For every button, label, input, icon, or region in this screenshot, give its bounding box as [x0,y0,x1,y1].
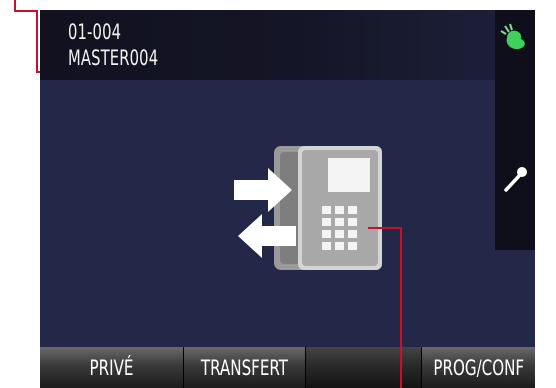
softkey-bar: PRIVÉ TRANSFERT PROG/CONF [40,347,535,388]
callout-bracket-vertical [36,10,38,73]
caller-name: MASTER004 [68,46,159,70]
prog-conf-softkey[interactable]: PROG/CONF [422,347,535,388]
empty-softkey[interactable] [306,347,422,388]
caller-number: 01-004 [68,20,122,44]
status-bar [495,10,535,250]
callout-line-keypad-vertical [400,227,402,388]
transfert-softkey[interactable]: TRANSFERT [184,347,306,388]
microphone-icon [495,160,535,200]
transfert-label: TRANSFERT [200,355,289,380]
prive-softkey[interactable]: PRIVÉ [40,347,184,388]
callout-line-top-horizontal [14,10,38,12]
caller-info: 01-004 MASTER004 [40,10,495,80]
prive-label: PRIVÉ [89,355,134,380]
prog-conf-label: PROG/CONF [433,355,524,380]
station-transfer-icon [230,144,390,272]
callout-line-keypad-horizontal [368,227,402,229]
call-active-icon [495,18,535,58]
intercom-screen: 01-004 MASTER004 PRIVÉ TRANSFERT PROG/CO… [40,10,535,388]
